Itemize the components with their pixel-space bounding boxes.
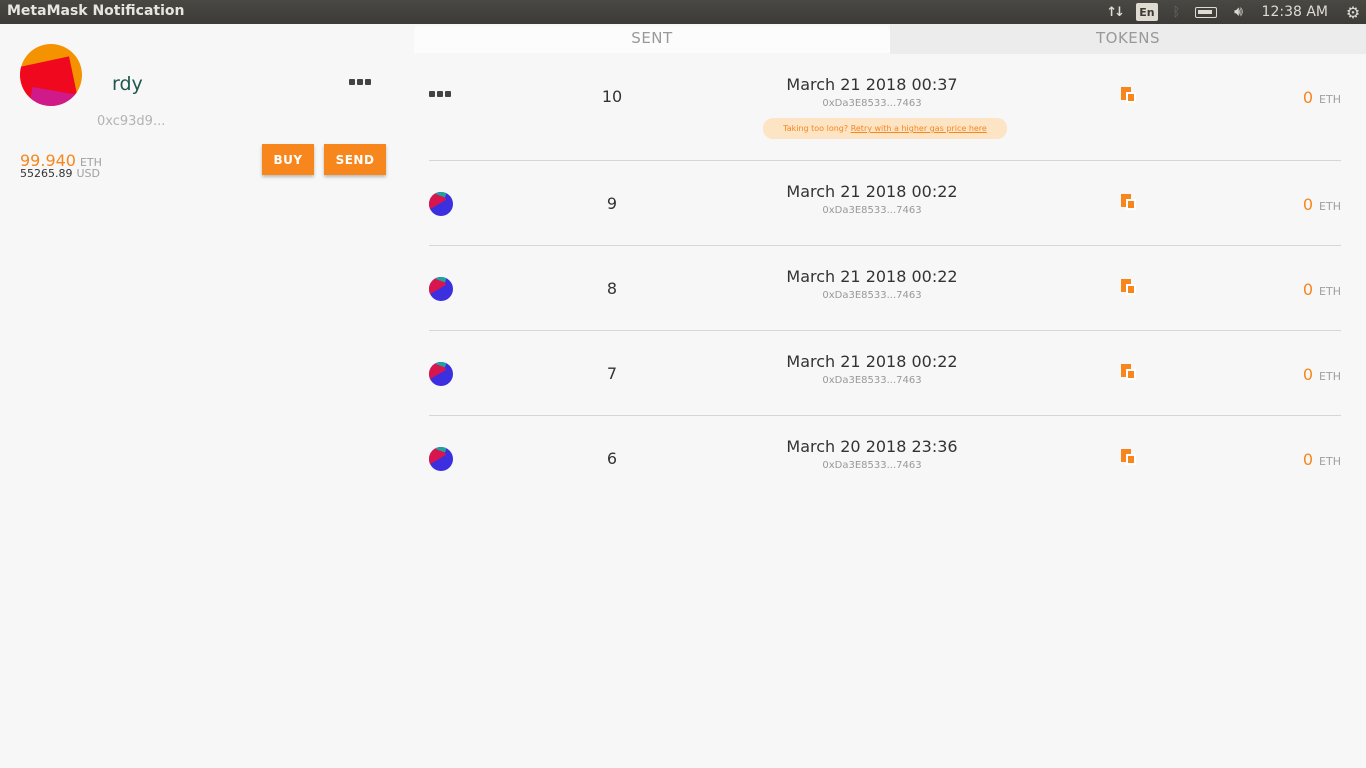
tx-value: 0 ETH <box>1303 88 1341 107</box>
tx-date: March 21 2018 00:22 <box>786 182 958 201</box>
transaction-row[interactable]: 7 March 21 2018 00:22 0xDa3E8533...7463 … <box>429 331 1341 416</box>
copy-icon[interactable] <box>1121 449 1137 466</box>
tx-nonce: 9 <box>606 194 618 213</box>
tx-value: 0 ETH <box>1303 280 1341 299</box>
tx-date: March 21 2018 00:37 <box>786 75 958 94</box>
tx-value-unit: ETH <box>1319 455 1341 468</box>
account-name: rdy <box>112 73 143 95</box>
retry-prefix: Taking too long? <box>783 124 851 133</box>
tx-value: 0 ETH <box>1303 195 1341 214</box>
tx-nonce: 7 <box>606 364 618 383</box>
tx-value-unit: ETH <box>1319 200 1341 213</box>
bluetooth-icon[interactable]: ᛒ <box>1170 0 1184 24</box>
tx-value-unit: ETH <box>1319 93 1341 106</box>
tx-value-amount: 0 <box>1302 450 1314 469</box>
transaction-row[interactable]: 9 March 21 2018 00:22 0xDa3E8533...7463 … <box>429 161 1341 246</box>
tx-date: March 21 2018 00:22 <box>786 267 958 286</box>
retry-link[interactable]: Retry with a higher gas price here <box>851 124 987 133</box>
usd-balance: 55265.89 USD <box>20 167 100 180</box>
window-title: MetaMask Notification <box>7 3 185 19</box>
tx-value-amount: 0 <box>1302 195 1314 214</box>
tx-date: March 20 2018 23:36 <box>786 437 958 456</box>
tx-recipient: 0xDa3E8533...7463 <box>822 290 922 301</box>
tx-nonce: 8 <box>606 279 618 298</box>
more-options-icon[interactable] <box>349 79 373 89</box>
account-identicon <box>20 44 82 106</box>
recipient-identicon <box>429 447 453 471</box>
clock[interactable]: 12:38 AM <box>1262 0 1328 24</box>
tx-nonce: 6 <box>606 449 618 468</box>
transaction-row[interactable]: 6 March 20 2018 23:36 0xDa3E8533...7463 … <box>429 416 1341 501</box>
tx-value: 0 ETH <box>1303 450 1341 469</box>
system-top-bar: MetaMask Notification ↑↓ En ᛒ 🔊︎ 12:38 A… <box>0 0 1366 24</box>
tx-recipient: 0xDa3E8533...7463 <box>822 205 922 216</box>
power-gear-icon[interactable]: ⚙ <box>1342 0 1364 24</box>
tx-value-unit: ETH <box>1319 370 1341 383</box>
pending-status-icon <box>429 91 451 97</box>
tx-recipient: 0xDa3E8533...7463 <box>822 460 922 471</box>
account-panel: rdy 0xc93d9... 99.940 ETH 55265.89 USD BUY… <box>0 24 414 768</box>
tab-sent[interactable]: SENT <box>414 26 890 53</box>
copy-icon[interactable] <box>1121 279 1137 296</box>
transaction-row[interactable]: 10 March 21 2018 00:37 0xDa3E8533...7463… <box>429 54 1341 161</box>
keyboard-language-indicator[interactable]: En <box>1136 3 1158 21</box>
usd-unit: USD <box>76 167 101 180</box>
system-tray: ↑↓ En ᛒ 🔊︎ 12:38 AM ⚙ <box>1104 0 1366 24</box>
transaction-list: 10 March 21 2018 00:37 0xDa3E8533...7463… <box>429 54 1341 501</box>
tx-value-amount: 0 <box>1302 280 1314 299</box>
recipient-identicon <box>429 277 453 301</box>
buy-button[interactable]: BUY <box>262 144 314 175</box>
copy-icon[interactable] <box>1121 194 1137 211</box>
transaction-row[interactable]: 8 March 21 2018 00:22 0xDa3E8533...7463 … <box>429 246 1341 331</box>
tx-nonce: 10 <box>601 87 623 106</box>
tx-value-unit: ETH <box>1319 285 1341 298</box>
battery-icon[interactable] <box>1194 0 1218 24</box>
recipient-identicon <box>429 192 453 216</box>
tx-value: 0 ETH <box>1303 365 1341 384</box>
tx-date: March 21 2018 00:22 <box>786 352 958 371</box>
tx-value-amount: 0 <box>1302 88 1314 107</box>
copy-icon[interactable] <box>1121 87 1137 104</box>
tx-recipient: 0xDa3E8533...7463 <box>822 375 922 386</box>
network-arrows-icon[interactable]: ↑↓ <box>1104 0 1125 24</box>
send-button[interactable]: SEND <box>324 144 386 175</box>
account-address[interactable]: 0xc93d9... <box>97 114 165 129</box>
tx-recipient: 0xDa3E8533...7463 <box>822 98 922 109</box>
copy-icon[interactable] <box>1121 364 1137 381</box>
tab-tokens[interactable]: TOKENS <box>890 24 1366 54</box>
tx-value-amount: 0 <box>1302 365 1314 384</box>
recipient-identicon <box>429 362 453 386</box>
retry-banner: Taking too long? Retry with a higher gas… <box>763 118 1007 139</box>
volume-icon[interactable]: 🔊︎ <box>1228 0 1250 24</box>
usd-balance-value: 55265.89 <box>20 167 73 180</box>
